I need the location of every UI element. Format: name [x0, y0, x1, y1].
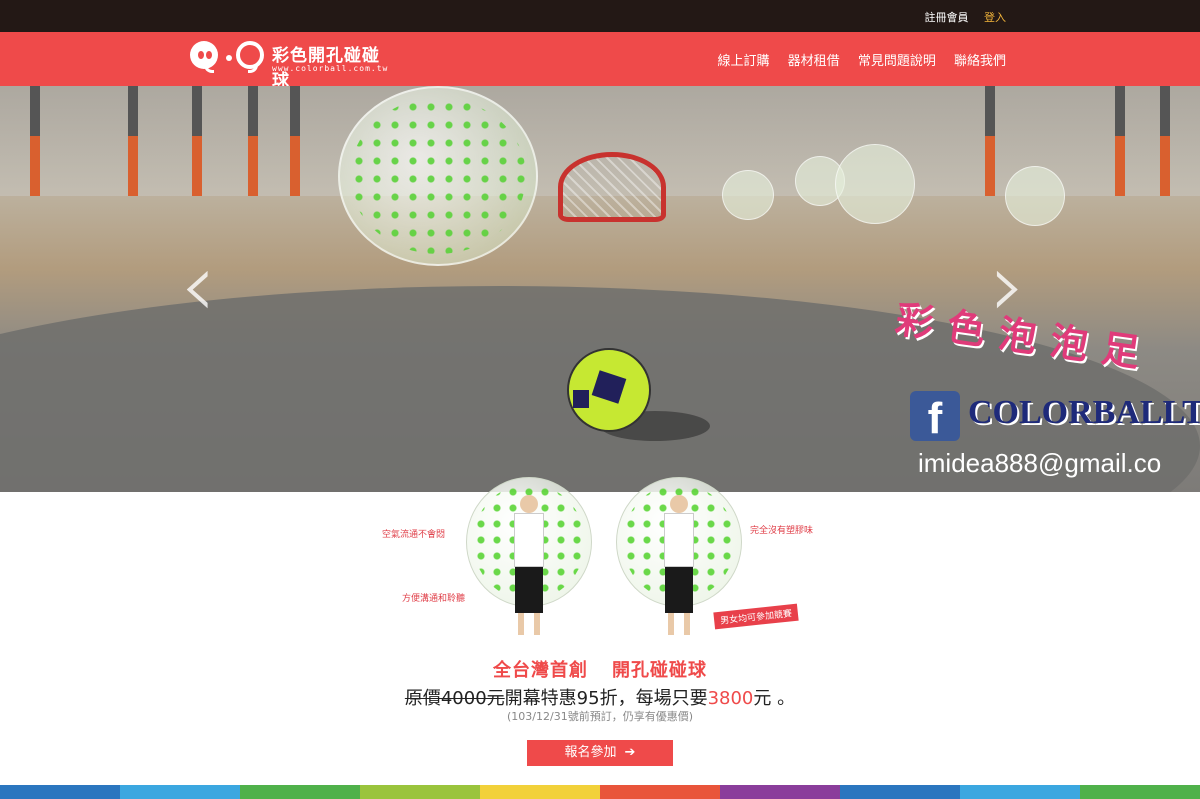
promo-illustration: 空氣流通不會悶 方便溝通和聆聽 完全沒有塑膠味 男女均可參加競賽	[380, 475, 820, 645]
pillar	[30, 86, 40, 196]
register-link[interactable]: 註冊會員	[925, 11, 969, 24]
pillar	[248, 86, 258, 196]
facebook-icon: f	[910, 391, 960, 443]
nav-item-rental[interactable]: 器材租借	[788, 54, 840, 69]
promo-headline: 全台灣首創 開孔碰碰球	[0, 656, 1200, 682]
register-button-label: 報名參加	[564, 745, 617, 760]
player-figure	[662, 495, 696, 635]
feature-callout: 完全沒有塑膠味	[750, 526, 814, 536]
logo-dot-icon	[226, 55, 232, 61]
main-header: 彩色開孔碰碰球 www.colorball.com.tw 線上訂購 器材租借 常…	[0, 32, 1200, 91]
stripe-segment	[720, 785, 840, 799]
logo-eye-icon	[198, 51, 204, 59]
stripe-segment	[960, 785, 1080, 799]
hero-carousel: ‹ › 彩色泡泡足 f COLORBALLTW imidea888@gmail.…	[0, 86, 1200, 492]
feature-callout: 方便溝通和聆聽	[402, 594, 466, 604]
stripe-segment	[480, 785, 600, 799]
promo-tag: 男女均可參加競賽	[713, 603, 799, 630]
account-links: 註冊會員 登入	[913, 9, 1007, 25]
logo-eye-icon	[206, 51, 212, 59]
promo-price: 原價4000元開幕特惠95折，每場只要3800元 。	[0, 684, 1200, 710]
login-link[interactable]: 登入	[984, 11, 1006, 24]
main-nav: 線上訂購 器材租借 常見問題說明 聯絡我們	[704, 50, 1006, 69]
stripe-segment	[840, 785, 960, 799]
nav-item-order[interactable]: 線上訂購	[718, 54, 770, 69]
brand-url: www.colorball.com.tw	[272, 64, 389, 73]
player-figure	[512, 495, 546, 635]
register-button[interactable]: 報名參加 ➔	[527, 740, 673, 766]
stripe-segment	[360, 785, 480, 799]
stripe-segment	[1080, 785, 1200, 799]
pillar	[192, 86, 202, 196]
soccer-ball-image	[567, 348, 651, 432]
logo-tail-icon	[204, 65, 214, 73]
pillar	[1160, 86, 1170, 196]
pillar	[1115, 86, 1125, 196]
price-suffix: 元 。	[753, 688, 796, 709]
sale-price: 3800	[707, 688, 754, 709]
headline-part-a: 全台灣首創	[493, 660, 588, 681]
headline-part-b: 開孔碰碰球	[612, 660, 707, 681]
stripe-segment	[240, 785, 360, 799]
pillar	[290, 86, 300, 196]
site-logo[interactable]: 彩色開孔碰碰球 www.colorball.com.tw	[190, 39, 390, 91]
chevron-left-icon[interactable]: ‹	[180, 236, 216, 336]
contact-email: imidea888@gmail.co	[918, 448, 1162, 478]
soccer-goal-image	[558, 152, 666, 222]
bubble-ball-image	[1005, 166, 1065, 226]
nav-item-faq[interactable]: 常見問題說明	[858, 54, 936, 69]
feature-callout: 空氣流通不會悶	[382, 530, 446, 540]
pillar	[128, 86, 138, 196]
stripe-segment	[0, 785, 120, 799]
facebook-name: COLORBALLTW	[968, 394, 1200, 431]
top-bar: 註冊會員 登入	[0, 0, 1200, 32]
bubble-ball-image	[835, 144, 915, 224]
logo-tail-icon	[248, 65, 258, 73]
color-stripe	[0, 785, 1200, 799]
bubble-ball-image	[722, 170, 774, 220]
discount-text: 開幕特惠95折，每場只要	[504, 688, 708, 709]
promo-note: (103/12/31號前預訂，仍享有優惠價)	[507, 710, 693, 723]
original-price: 原價4000元	[404, 688, 505, 709]
pillar	[985, 86, 995, 196]
arrow-right-icon: ➔	[624, 745, 636, 760]
nav-item-contact[interactable]: 聯絡我們	[954, 54, 1006, 69]
stripe-segment	[600, 785, 720, 799]
bubble-ball-image	[338, 86, 538, 266]
stripe-segment	[120, 785, 240, 799]
